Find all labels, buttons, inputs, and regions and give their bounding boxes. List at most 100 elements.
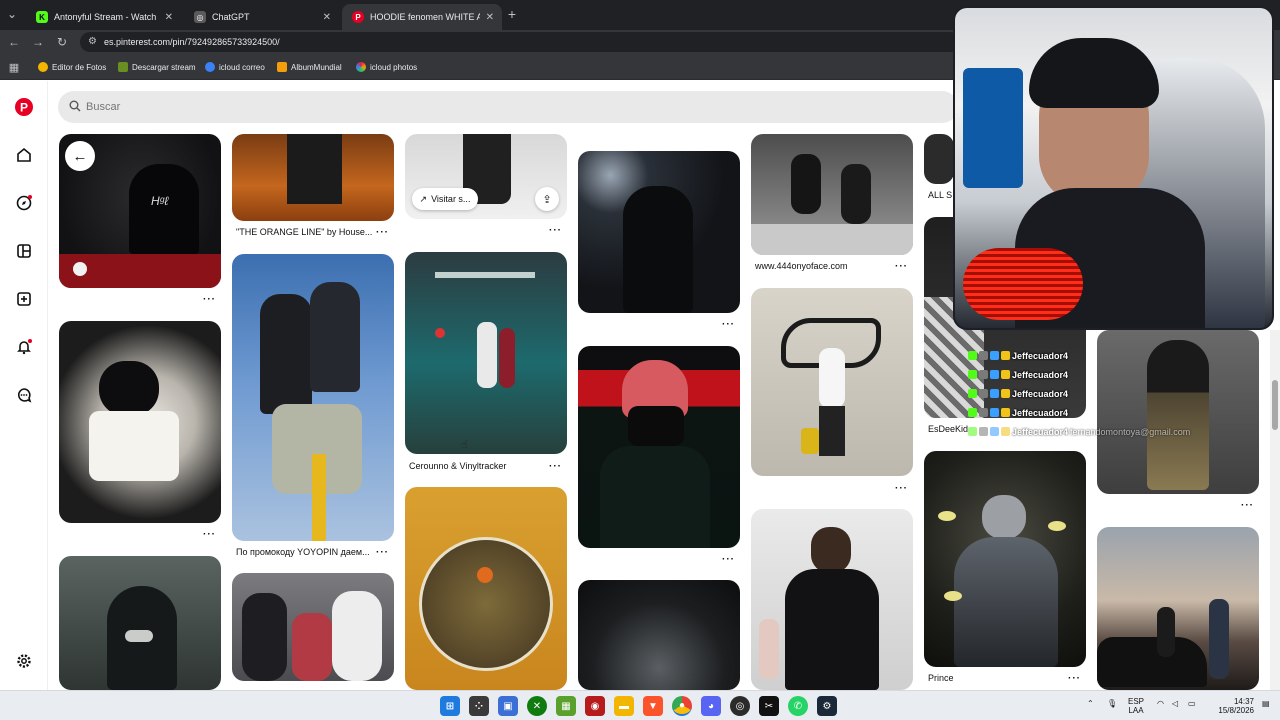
new-tab-button[interactable]: + (504, 6, 520, 22)
xbox-icon[interactable]: ✕ (527, 696, 547, 716)
more-options-icon[interactable]: ··· (1241, 500, 1254, 511)
back-button[interactable]: ← (65, 141, 95, 171)
pinterest-logo-icon[interactable]: P (14, 97, 34, 117)
pin-image-masked-hood[interactable] (59, 556, 221, 690)
pin-caption[interactable]: "THE ORANGE LINE" by House... (236, 227, 376, 237)
chat-username: Jeffecuador4 (1012, 350, 1069, 361)
discord-icon[interactable]: ◕ (701, 696, 721, 716)
tab-search-icon[interactable]: ⌄ (4, 6, 20, 22)
tray-overflow-icon[interactable]: ⌃ (1087, 699, 1094, 708)
bookmark-editor-fotos[interactable]: Editor de Fotos (38, 60, 106, 74)
microphone-icon[interactable]: 🎙 (1107, 699, 1117, 708)
pin-image-car-window[interactable] (59, 321, 221, 523)
pin-caption[interactable]: Prince (928, 673, 988, 683)
close-icon[interactable]: ✕ (323, 12, 331, 23)
bookmark-label: icloud correo (219, 62, 265, 72)
pin-image-red-beanie[interactable] (578, 346, 740, 548)
more-options-icon[interactable]: ··· (722, 319, 735, 330)
pin-caption[interactable]: По промокоду YOYOPIN даем... (236, 547, 376, 557)
wifi-icon[interactable]: ◠ (1157, 699, 1164, 708)
file-explorer-icon[interactable]: ▬ (614, 696, 634, 716)
pin-image-black-hoodie-chain[interactable] (751, 509, 913, 690)
bookmark-descargar-stream[interactable]: Descargar stream (118, 60, 196, 74)
stream-chat-overlay: Jeffecuador4 Jeffecuador4 Jeffecuador4 J… (968, 346, 1198, 441)
notifications-icon[interactable] (14, 337, 34, 357)
pin-caption[interactable]: Cerounno & Vinyltracker (409, 461, 549, 471)
store-icon[interactable]: ▣ (498, 696, 518, 716)
minecraft-icon[interactable]: ▦ (556, 696, 576, 716)
more-options-icon[interactable]: ··· (722, 554, 735, 565)
more-options-icon[interactable]: ··· (203, 294, 216, 305)
site-info-icon[interactable]: ⚙ (88, 36, 97, 47)
pin-photo-detail (310, 282, 360, 392)
pin-photo-detail (260, 294, 312, 414)
more-options-icon[interactable]: ··· (1068, 673, 1081, 684)
apps-grid-icon[interactable]: ▦ (6, 59, 22, 75)
pin-image-dark-hood[interactable] (578, 151, 740, 313)
messages-icon[interactable] (14, 385, 34, 405)
close-icon[interactable]: ✕ (165, 12, 173, 23)
pin-image-two-guys-pole[interactable] (232, 254, 394, 541)
capcut-icon[interactable]: ✂ (759, 696, 779, 716)
steam-icon[interactable]: ⚙ (817, 696, 837, 716)
bookmark-albummundial[interactable]: AlbumMundial (277, 60, 342, 74)
bookmark-icloud-correo[interactable]: icloud correo (205, 60, 265, 74)
game-launcher-icon[interactable]: ◉ (585, 696, 605, 716)
brave-browser-icon[interactable]: ▼ (643, 696, 663, 716)
boards-icon[interactable] (14, 241, 34, 261)
pin-image-smoke[interactable] (578, 580, 740, 690)
pin-image-stairs-crew[interactable] (751, 134, 913, 255)
pin-image-circle-group[interactable] (405, 487, 567, 690)
pin-image-garage-duo[interactable] (405, 252, 567, 454)
pin-image-balaclava-group[interactable] (232, 573, 394, 681)
badge-icon (979, 408, 988, 417)
pin-image-all-s[interactable] (924, 134, 954, 184)
explore-icon[interactable] (14, 193, 34, 213)
pin-image-graffiti-wall[interactable] (751, 288, 913, 476)
whatsapp-icon[interactable]: ✆ (788, 696, 808, 716)
share-button[interactable]: ⇪ (535, 187, 559, 211)
tab-antonyful[interactable]: K Antonyful Stream - Watch Live ✕ (26, 4, 181, 30)
volume-icon[interactable]: ◁ (1172, 699, 1178, 708)
task-view-icon[interactable]: ⁘ (469, 696, 489, 716)
obs-icon[interactable]: ◎ (730, 696, 750, 716)
page-scrollbar-thumb[interactable] (1272, 380, 1278, 430)
language-indicator[interactable]: ESP LAA (1128, 697, 1144, 715)
chrome-icon[interactable]: ● (672, 696, 692, 716)
visit-site-button[interactable]: ↗ Visitar s... (412, 188, 478, 210)
home-icon[interactable] (14, 145, 34, 165)
more-options-icon[interactable]: ··· (376, 547, 389, 558)
notification-center-icon[interactable]: ▤ (1262, 699, 1270, 708)
settings-icon[interactable] (14, 651, 34, 671)
pin-photo-detail (1097, 637, 1207, 687)
address-bar[interactable]: ⚙ es.pinterest.com/pin/79249286573392450… (80, 32, 960, 52)
badge-icon (968, 351, 977, 360)
more-options-icon[interactable]: ··· (895, 483, 908, 494)
more-options-icon[interactable]: ··· (549, 461, 562, 472)
create-icon[interactable] (14, 289, 34, 309)
windows-start-icon[interactable]: ⊞ (440, 696, 460, 716)
badge-icon (1001, 427, 1010, 436)
tab-chatgpt[interactable]: ◎ ChatGPT ✕ (184, 4, 339, 30)
tab-pinterest[interactable]: P HOODIE fenomen WHITE ALQ ✕ (342, 4, 502, 30)
more-options-icon[interactable]: ··· (376, 227, 389, 238)
pin-caption[interactable]: www.444onyoface.com (755, 261, 895, 271)
pin-image-prince-doves[interactable] (924, 451, 1086, 667)
pin-caption[interactable]: EsDeeKid (928, 424, 968, 434)
clock[interactable]: 14:37 15/8/2026 (1208, 697, 1254, 715)
close-icon[interactable]: ✕ (486, 12, 494, 23)
forward-icon[interactable]: → (30, 34, 46, 50)
pin-image-orange-line[interactable] (232, 134, 394, 221)
more-options-icon[interactable]: ··· (549, 225, 562, 236)
battery-icon[interactable]: ▭ (1188, 699, 1196, 708)
pin-caption[interactable]: ALL S (928, 190, 952, 200)
bookmark-icloud-photos[interactable]: icloud photos (356, 60, 417, 74)
search-placeholder: Buscar (86, 101, 121, 113)
reload-icon[interactable]: ↻ (54, 34, 70, 50)
more-options-icon[interactable]: ··· (203, 529, 216, 540)
search-input[interactable]: Buscar (58, 91, 958, 123)
more-options-icon[interactable]: ··· (895, 261, 908, 272)
badge-icon (990, 427, 999, 436)
pin-image-car-sunset[interactable] (1097, 527, 1259, 690)
back-icon[interactable]: ← (6, 34, 22, 50)
